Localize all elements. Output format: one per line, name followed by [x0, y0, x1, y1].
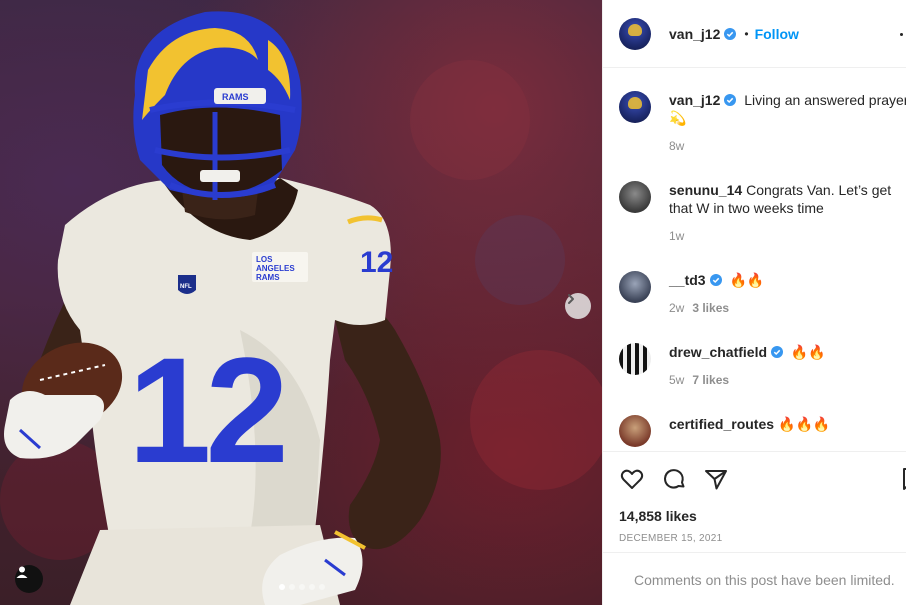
comment-item: drew_chatfield 🔥🔥 5w 7 likes — [619, 343, 906, 387]
avatar[interactable] — [619, 415, 651, 447]
author-username[interactable]: van_j12 — [669, 26, 720, 42]
comment-username[interactable]: certified_routes — [669, 416, 774, 432]
comment-meta: 5w 7 likes — [669, 373, 906, 387]
carousel-dot — [289, 584, 295, 590]
comments-list: van_j12 Living an answered prayer 💫 8w s… — [603, 69, 906, 451]
comment-button[interactable] — [661, 466, 687, 492]
timestamp[interactable]: 8w — [669, 139, 684, 153]
chevron-right-icon — [568, 294, 574, 304]
caption-emoji: 💫 — [669, 110, 687, 126]
verified-icon — [771, 346, 784, 358]
caption-username[interactable]: van_j12 — [669, 92, 720, 108]
nfl-shield-text: NFL — [180, 284, 192, 290]
carousel-dot — [279, 584, 285, 590]
next-slide-button[interactable] — [565, 293, 591, 319]
helmet-text: RAMS — [222, 92, 249, 102]
comment-text: senunu_14 Congrats Van. Let’s get that W … — [669, 181, 906, 217]
timestamp[interactable]: 5w — [669, 373, 684, 387]
user-tag-icon — [16, 566, 28, 578]
jersey-number: 12 — [128, 326, 283, 494]
comment-item: __td3 🔥🔥 2w 3 likes — [619, 271, 906, 315]
caption-body: Living an answered prayer — [744, 92, 906, 108]
separator: • — [744, 26, 749, 41]
comment-text: drew_chatfield 🔥🔥 — [669, 343, 906, 361]
patch-line2: ANGELES — [256, 264, 295, 273]
comments-limited-notice: Comments on this post have been limited. — [603, 552, 906, 605]
comment-likes[interactable]: 3 likes — [692, 301, 729, 315]
save-button[interactable] — [899, 466, 906, 492]
like-button[interactable] — [619, 466, 645, 492]
caption-meta: 8w — [669, 139, 906, 153]
carousel-indicator — [279, 584, 325, 590]
comment-text: __td3 🔥🔥 — [669, 271, 906, 289]
verified-icon — [724, 94, 737, 106]
comment-item: certified_routes 🔥🔥🔥 — [619, 415, 906, 447]
comment-meta: 1w — [669, 229, 906, 243]
comment-username[interactable]: senunu_14 — [669, 182, 742, 198]
bookmark-icon — [903, 468, 906, 490]
comment-username[interactable]: drew_chatfield — [669, 344, 767, 360]
carousel-dot — [309, 584, 315, 590]
timestamp[interactable]: 1w — [669, 229, 684, 243]
comment-body: 🔥🔥 — [790, 344, 826, 360]
heart-icon — [620, 469, 644, 489]
comment-body: 🔥🔥🔥 — [778, 416, 831, 432]
avatar[interactable] — [619, 91, 651, 123]
comment-likes[interactable]: 7 likes — [692, 373, 729, 387]
comment-body: 🔥🔥 — [729, 272, 765, 288]
patch-line1: LOS — [256, 255, 273, 264]
share-button[interactable] — [703, 466, 729, 492]
share-icon — [705, 470, 727, 490]
carousel-dot — [299, 584, 305, 590]
post-date[interactable]: DECEMBER 15, 2021 — [619, 533, 722, 544]
more-icon[interactable] — [900, 33, 903, 36]
post-header: van_j12 • Follow — [603, 0, 906, 68]
action-icons — [619, 466, 729, 492]
avatar[interactable] — [619, 181, 651, 213]
avatar[interactable] — [619, 271, 651, 303]
verified-icon — [709, 274, 722, 286]
verified-icon — [724, 27, 737, 40]
caption-text: van_j12 Living an answered prayer 💫 — [669, 91, 906, 127]
sleeve-number: 12 — [360, 246, 393, 279]
caption: van_j12 Living an answered prayer 💫 8w — [619, 91, 906, 153]
comment-item: senunu_14 Congrats Van. Let’s get that W … — [619, 181, 906, 243]
carousel-dot — [319, 584, 325, 590]
tagged-users-button[interactable] — [15, 565, 43, 593]
likes-count[interactable]: 14,858 likes — [619, 508, 697, 524]
post-actions: 14,858 likes DECEMBER 15, 2021 — [603, 451, 906, 551]
comment-text: certified_routes 🔥🔥🔥 — [669, 415, 906, 433]
comment-username[interactable]: __td3 — [669, 272, 706, 288]
post-panel: van_j12 • Follow van_j12 Living an answe… — [602, 0, 906, 605]
avatar[interactable] — [619, 17, 651, 50]
patch-line3: RAMS — [256, 273, 280, 282]
player-illustration: 12 12 LOS ANGELES RAMS NFL RAMS — [0, 11, 602, 605]
timestamp[interactable]: 2w — [669, 301, 684, 315]
comment-meta: 2w 3 likes — [669, 301, 906, 315]
follow-button[interactable]: Follow — [755, 26, 799, 42]
post-photo[interactable]: 12 12 LOS ANGELES RAMS NFL RAMS — [0, 0, 602, 605]
avatar[interactable] — [619, 343, 651, 375]
comment-icon — [664, 469, 685, 489]
